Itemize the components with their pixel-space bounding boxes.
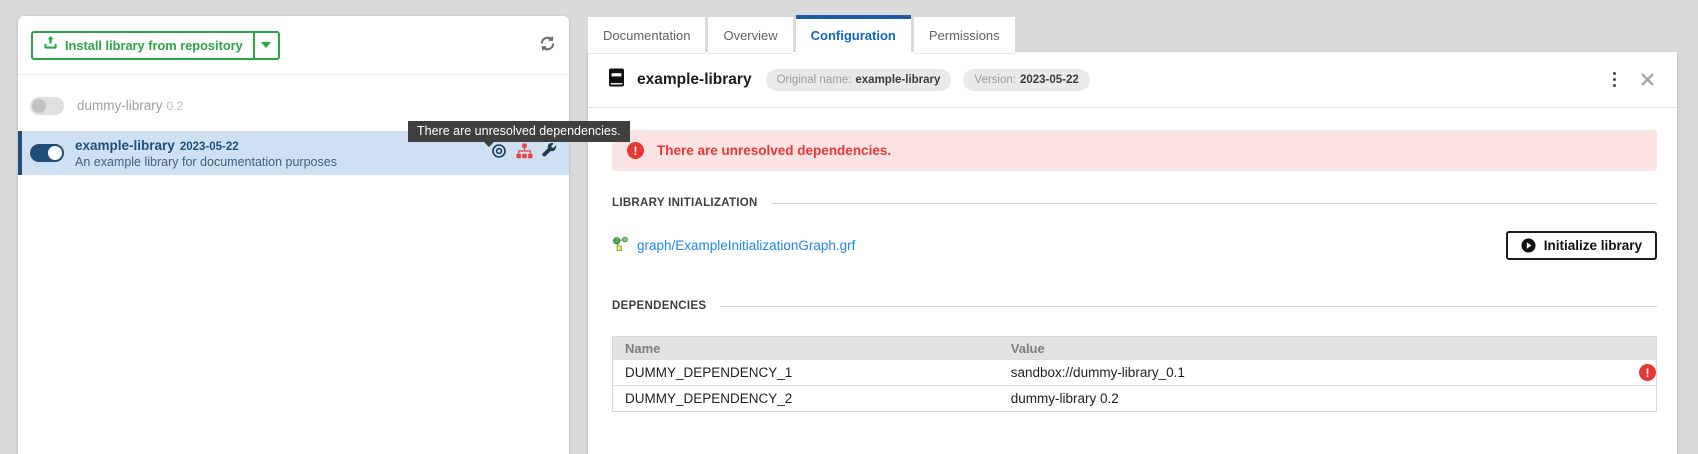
dependencies-table: Name Value DUMMY_DEPENDENCY_1 sandbox://…: [612, 336, 1657, 412]
unresolved-dependencies-tooltip: There are unresolved dependencies.: [408, 121, 630, 147]
toggle-knob: [48, 146, 62, 160]
play-icon: [1521, 238, 1536, 253]
section-rule: [771, 202, 1657, 204]
tab-configuration[interactable]: Configuration: [795, 15, 911, 54]
library-detail-panel: example-library Original name: example-l…: [588, 52, 1677, 454]
graph-link-text: graph/ExampleInitializationGraph.grf: [637, 238, 856, 253]
tab-documentation[interactable]: Documentation: [588, 17, 706, 54]
version-pill: Version: 2023-05-22: [963, 68, 1090, 91]
initialize-library-label: Initialize library: [1543, 238, 1642, 253]
dependency-value: sandbox://dummy-library_0.1: [998, 359, 1605, 386]
wrench-icon[interactable]: [542, 142, 557, 163]
original-name-pill: Original name: example-library: [765, 68, 952, 91]
alert-message: There are unresolved dependencies.: [657, 143, 892, 158]
section-label: LIBRARY INITIALIZATION: [612, 197, 758, 209]
library-list-panel: Install library from repository dummy-li…: [18, 16, 569, 454]
dependency-value: dummy-library 0.2: [998, 385, 1605, 412]
refresh-icon: [539, 35, 556, 55]
version-label: Version:: [974, 73, 1016, 86]
install-library-button[interactable]: Install library from repository: [33, 33, 253, 58]
close-button[interactable]: [1640, 72, 1655, 87]
version-value: 2023-05-22: [1019, 73, 1079, 86]
dependency-row[interactable]: DUMMY_DEPENDENCY_1 sandbox://dummy-libra…: [612, 359, 1657, 386]
library-description: An example library for documentation pur…: [75, 154, 337, 169]
library-name-version: dummy-library 0.2: [77, 97, 183, 115]
dependencies-header-row: Name Value: [612, 336, 1657, 360]
library-list-toolbar: Install library from repository: [18, 16, 569, 75]
library-initialization-section-header: LIBRARY INITIALIZATION: [612, 197, 1657, 209]
column-header-value: Value: [998, 336, 1605, 360]
dependency-name: DUMMY_DEPENDENCY_2: [612, 385, 999, 412]
tab-overview[interactable]: Overview: [708, 17, 793, 54]
tab-permissions[interactable]: Permissions: [913, 17, 1015, 54]
library-enable-toggle[interactable]: [30, 97, 64, 115]
library-name: example-library: [75, 137, 175, 153]
refresh-button[interactable]: [539, 35, 556, 55]
more-options-button[interactable]: [1611, 70, 1619, 90]
book-icon: [608, 68, 625, 92]
original-name-value: example-library: [855, 73, 941, 86]
detail-header: example-library Original name: example-l…: [588, 52, 1677, 108]
error-icon: !: [1639, 364, 1656, 381]
install-library-dropdown-toggle[interactable]: [252, 32, 278, 58]
toggle-knob: [32, 99, 46, 113]
original-name-label: Original name:: [776, 73, 852, 86]
library-version: 0.2: [166, 99, 184, 113]
initialization-graph-link[interactable]: graph/ExampleInitializationGraph.grf: [612, 235, 855, 257]
unresolved-dependencies-alert: ! There are unresolved dependencies.: [612, 130, 1657, 171]
install-library-split-button[interactable]: Install library from repository: [31, 30, 280, 60]
column-header-status: [1604, 336, 1657, 360]
library-enable-toggle[interactable]: [30, 144, 64, 162]
detail-header-actions: [1611, 70, 1656, 90]
install-library-label: Install library from repository: [65, 37, 243, 53]
section-label: DEPENDENCIES: [612, 300, 707, 312]
library-manager-screen: Install library from repository dummy-li…: [0, 0, 1698, 454]
library-texts: example-library 2023-05-22 An example lib…: [75, 138, 480, 169]
graph-file-icon: [612, 235, 629, 257]
section-rule: [720, 305, 1657, 307]
dependency-tree-error-icon[interactable]: [516, 143, 533, 164]
dependency-status-cell: !: [1604, 359, 1657, 386]
library-version: 2023-05-22: [179, 140, 239, 153]
upload-icon: [43, 35, 58, 55]
dependency-status-cell: [1604, 385, 1657, 412]
dependency-row[interactable]: DUMMY_DEPENDENCY_2 dummy-library 0.2: [612, 385, 1657, 412]
dependency-name: DUMMY_DEPENDENCY_1: [612, 359, 999, 386]
column-header-name: Name: [612, 336, 999, 360]
detail-title: example-library: [637, 70, 752, 88]
detail-tabs: Documentation Overview Configuration Per…: [588, 15, 1015, 54]
library-row-dummy-library[interactable]: dummy-library 0.2: [18, 89, 569, 123]
chevron-down-icon: [261, 42, 272, 48]
library-row-icons: [491, 142, 557, 164]
initialize-library-button[interactable]: Initialize library: [1505, 231, 1657, 260]
dependencies-section-header: DEPENDENCIES: [612, 300, 1657, 312]
error-icon: !: [627, 142, 644, 159]
detail-body: ! There are unresolved dependencies. LIB…: [588, 108, 1677, 412]
library-name: dummy-library: [77, 98, 163, 113]
initialization-row: graph/ExampleInitializationGraph.grf Ini…: [612, 231, 1657, 260]
